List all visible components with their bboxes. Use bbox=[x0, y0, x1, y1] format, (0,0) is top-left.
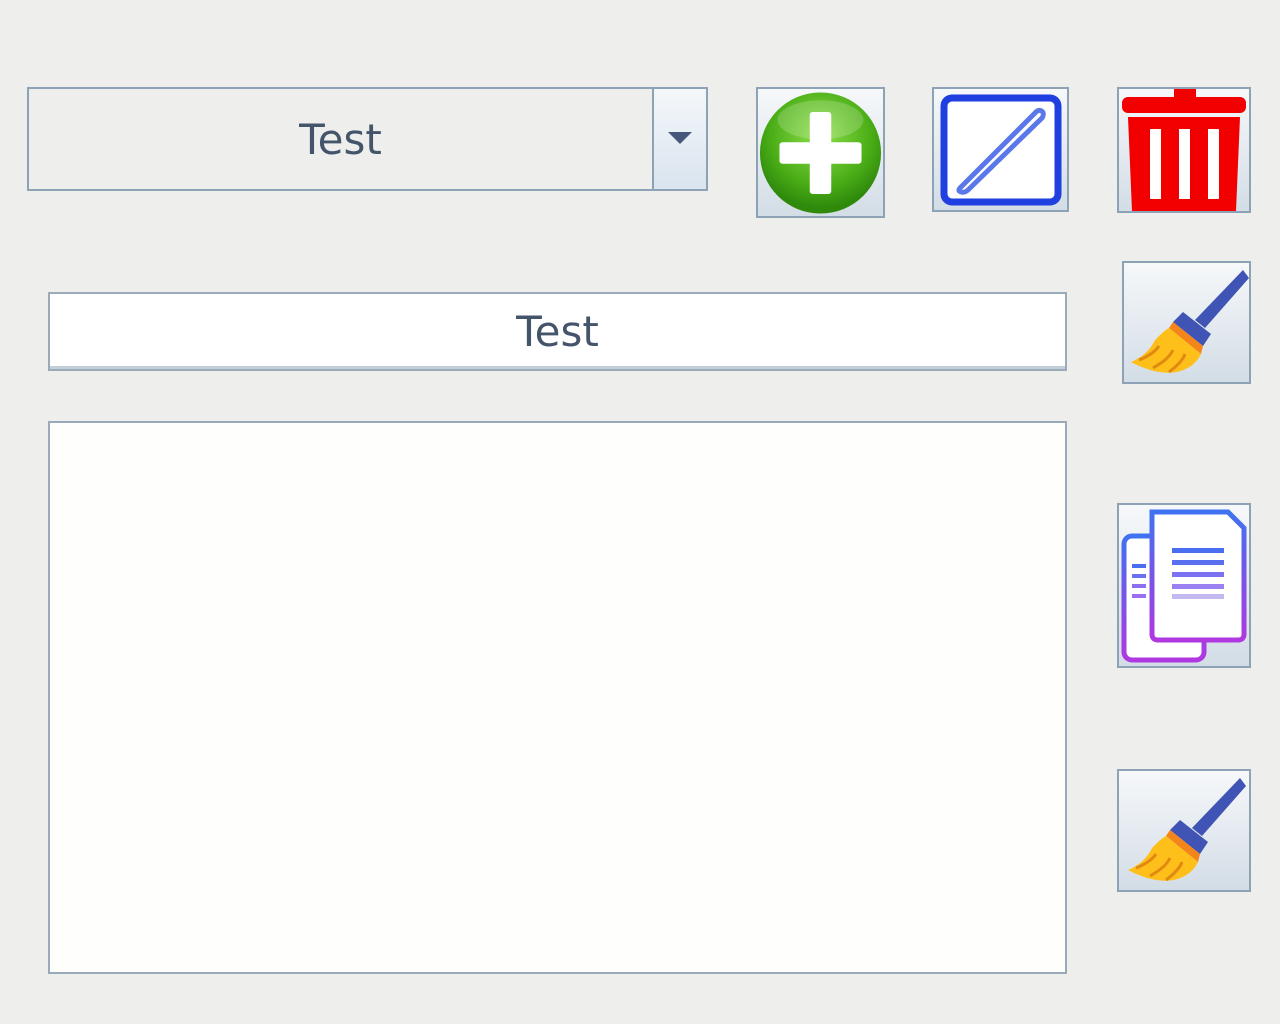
pencil-icon bbox=[940, 94, 1061, 205]
broom-icon bbox=[1128, 777, 1246, 881]
delete-button[interactable] bbox=[1117, 87, 1251, 213]
combo-selected-value: Test bbox=[299, 114, 382, 164]
combo-dropdown-button[interactable] bbox=[652, 89, 706, 189]
broom-icon bbox=[1130, 269, 1249, 373]
trash-icon bbox=[1122, 89, 1246, 211]
clear-field-button[interactable] bbox=[1122, 261, 1251, 384]
content-text-area[interactable] bbox=[48, 421, 1067, 974]
clear-area-button[interactable] bbox=[1117, 769, 1251, 892]
plus-circle-icon bbox=[759, 91, 882, 214]
item-combo-box[interactable]: Test bbox=[27, 87, 708, 191]
name-text-field[interactable]: Test bbox=[48, 292, 1067, 371]
chevron-down-icon bbox=[668, 132, 692, 144]
edit-button[interactable] bbox=[932, 87, 1069, 212]
copy-button[interactable] bbox=[1117, 503, 1251, 668]
add-button[interactable] bbox=[756, 87, 885, 218]
copy-icon bbox=[1121, 509, 1247, 662]
